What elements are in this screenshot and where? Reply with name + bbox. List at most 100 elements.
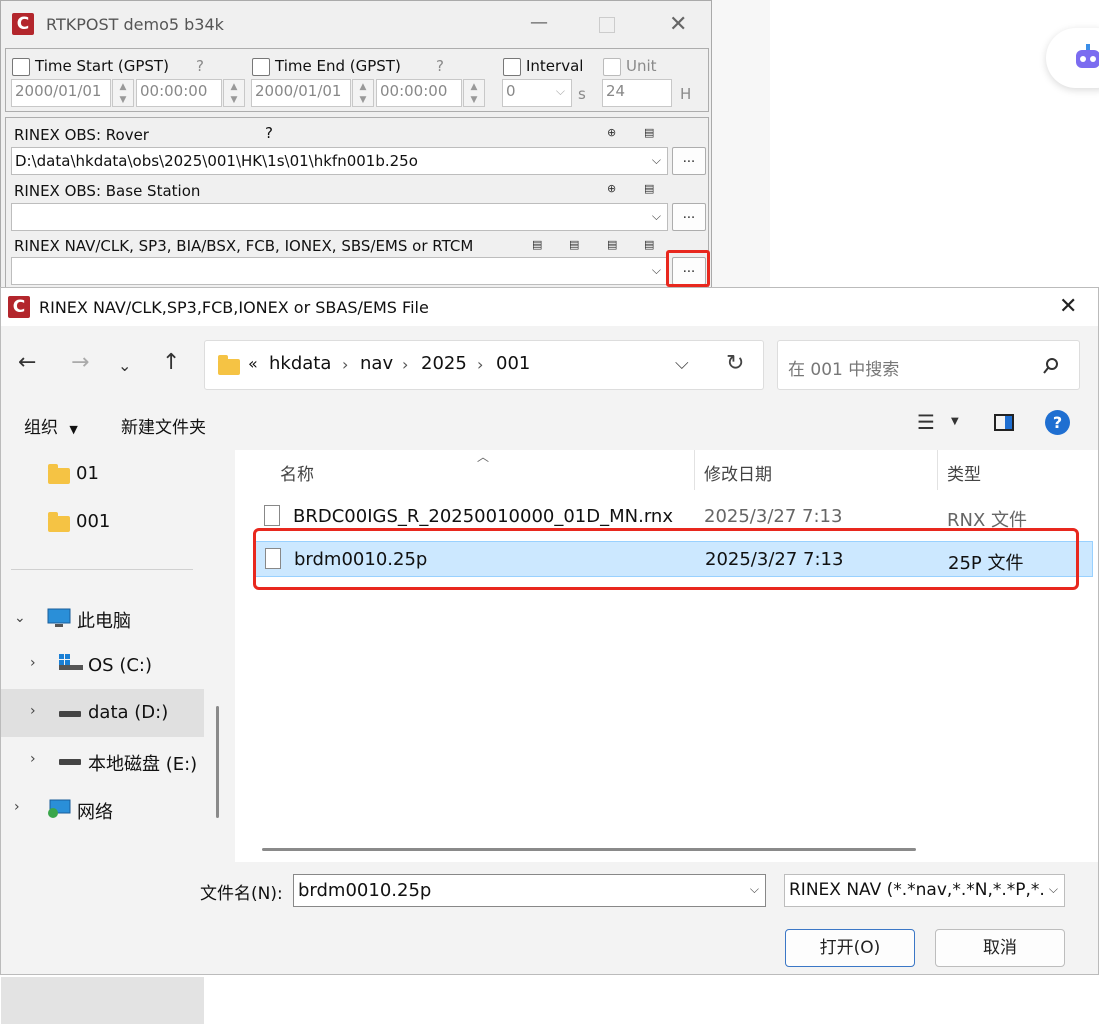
search-icon[interactable] — [1042, 357, 1060, 375]
chevron-right-icon[interactable]: › — [477, 355, 483, 374]
time-start-help[interactable]: ? — [196, 57, 204, 75]
nav-view-icon-4[interactable]: ▤ — [644, 238, 654, 251]
close-icon[interactable]: ✕ — [669, 12, 687, 37]
recent-locations-chevron-icon[interactable]: ⌄ — [118, 356, 131, 375]
start-time-spinner[interactable]: ▲ ▼ — [223, 79, 245, 107]
nav-view-icon-2[interactable]: ▤ — [569, 238, 579, 251]
tree-item-e-row[interactable]: › 本地磁盘 (E:) — [1, 737, 204, 785]
chevron-down-icon[interactable]: ⌵ — [1045, 882, 1058, 897]
column-divider[interactable] — [694, 450, 695, 490]
chevron-down-icon[interactable]: ⌵ — [652, 153, 661, 168]
tree-item-os-c[interactable]: OS (C:) — [88, 655, 152, 676]
nav-view-icon-1[interactable]: ▤ — [532, 238, 542, 251]
end-date-spinner[interactable]: ▲ ▼ — [352, 79, 374, 107]
time-start-label: Time Start (GPST) — [35, 57, 169, 75]
column-type[interactable]: 类型 — [947, 460, 981, 485]
address-history-chevron-icon[interactable]: ⌵ — [675, 353, 689, 374]
crumb-nav[interactable]: nav — [360, 353, 393, 374]
dialog-title: RINEX NAV/CLK,SP3,FCB,IONEX or SBAS/EMS … — [39, 298, 429, 317]
close-icon[interactable]: ✕ — [1059, 294, 1077, 319]
end-time-spinner[interactable]: ▲ ▼ — [463, 79, 485, 107]
base-path-combo[interactable]: ⌵ — [11, 203, 668, 231]
help-icon[interactable]: ? — [1045, 410, 1070, 435]
base-plot-icon[interactable]: ⊕ — [607, 182, 616, 195]
network-icon — [48, 799, 71, 818]
minimize-icon[interactable]: — — [530, 12, 548, 33]
chevron-right-icon[interactable]: › — [30, 751, 36, 767]
interval-checkbox[interactable] — [503, 58, 521, 76]
address-bar[interactable]: « hkdata › nav › 2025 › 001 ⌵ ↻ — [204, 340, 764, 390]
cancel-button[interactable]: 取消 — [935, 929, 1065, 967]
nav-view-icon-3[interactable]: ▤ — [607, 238, 617, 251]
rtkpost-title: RTKPOST demo5 b34k — [46, 15, 224, 34]
tree-item-01[interactable]: 01 — [76, 463, 99, 484]
tree-item-network-row[interactable]: › 网络 — [1, 785, 204, 833]
time-end-checkbox[interactable] — [252, 58, 270, 76]
unit-input[interactable]: 24 — [602, 79, 672, 107]
base-browse-button[interactable]: ... — [672, 203, 706, 231]
chevron-down-icon[interactable]: ⌄ — [14, 610, 26, 626]
column-date[interactable]: 修改日期 — [704, 460, 772, 485]
tree-item-data-d-selected[interactable]: › data (D:) — [1, 689, 204, 737]
chevron-right-icon[interactable]: › — [14, 799, 20, 815]
tree-item-data-d[interactable]: data (D:) — [88, 702, 168, 723]
column-name[interactable]: 名称 — [280, 460, 314, 485]
rover-plot-icon[interactable]: ⊕ — [607, 126, 616, 139]
chevron-right-icon[interactable]: › — [30, 655, 36, 671]
interval-select[interactable]: 0 ⌵ — [502, 79, 572, 107]
nav-path-combo[interactable]: ⌵ — [11, 257, 668, 285]
chevron-down-icon[interactable]: ⌵ — [652, 263, 661, 278]
chevron-right-icon[interactable]: › — [402, 355, 408, 374]
end-date-input[interactable]: 2000/01/01 — [251, 79, 351, 107]
view-options-caret-icon[interactable]: ▼ — [951, 416, 959, 427]
navigation-scrollbar[interactable] — [216, 706, 219, 818]
forward-arrow-icon[interactable]: → — [71, 350, 89, 375]
chevron-right-icon[interactable]: › — [342, 355, 348, 374]
start-date-input[interactable]: 2000/01/01 — [11, 79, 111, 107]
end-time-input[interactable]: 00:00:00 — [376, 79, 462, 107]
filename-input[interactable]: brdm0010.25p — [298, 880, 431, 901]
time-start-checkbox[interactable] — [12, 58, 30, 76]
tree-item-this-pc[interactable]: 此电脑 — [77, 607, 131, 633]
rover-path-combo[interactable]: D:\data\hkdata\obs\2025\001\HK\1s\01\hkf… — [11, 147, 668, 175]
preview-pane-icon[interactable] — [994, 414, 1014, 431]
crumb-001[interactable]: 001 — [496, 353, 530, 374]
horizontal-scrollbar[interactable] — [262, 848, 916, 851]
tree-item-local-e[interactable]: 本地磁盘 (E:) — [88, 750, 197, 776]
folder-icon — [218, 355, 240, 375]
search-box[interactable]: 在 001 中搜索 — [777, 340, 1080, 390]
address-overflow[interactable]: « — [248, 354, 258, 373]
tree-item-001[interactable]: 001 — [76, 511, 110, 532]
filename-combo[interactable]: brdm0010.25p ⌵ — [293, 874, 766, 907]
rover-help[interactable]: ? — [265, 124, 273, 142]
crumb-2025[interactable]: 2025 — [421, 353, 467, 374]
chevron-down-icon: ⌵ — [555, 84, 565, 98]
start-time-input[interactable]: 00:00:00 — [136, 79, 222, 107]
copilot-icon — [1076, 44, 1099, 68]
refresh-icon[interactable]: ↻ — [726, 351, 744, 376]
rover-browse-button[interactable]: ... — [672, 147, 706, 175]
time-end-help[interactable]: ? — [436, 57, 444, 75]
dialog-titlebar: C RINEX NAV/CLK,SP3,FCB,IONEX or SBAS/EM… — [1, 288, 1098, 326]
unit-checkbox[interactable] — [603, 58, 621, 76]
base-view-icon[interactable]: ▤ — [644, 182, 654, 195]
up-arrow-icon[interactable]: ↑ — [162, 350, 180, 375]
file-dialog: C RINEX NAV/CLK,SP3,FCB,IONEX or SBAS/EM… — [0, 287, 1099, 1024]
open-button[interactable]: 打开(O) — [785, 929, 915, 967]
tree-divider — [11, 569, 193, 570]
copilot-button[interactable] — [1046, 28, 1099, 88]
rover-view-icon[interactable]: ▤ — [644, 126, 654, 139]
file-type-filter[interactable]: RINEX NAV (*.*nav,*.*N,*.*P,*. ⌵ — [784, 874, 1065, 907]
column-divider[interactable] — [937, 450, 938, 490]
chevron-down-icon[interactable]: ⌵ — [652, 209, 661, 224]
crumb-hkdata[interactable]: hkdata — [269, 353, 331, 374]
tree-item-network[interactable]: 网络 — [77, 798, 113, 824]
back-arrow-icon[interactable]: ← — [18, 350, 36, 375]
search-input[interactable]: 在 001 中搜索 — [788, 355, 899, 380]
view-list-icon[interactable]: ☰ — [917, 410, 935, 434]
start-date-spinner[interactable]: ▲ ▼ — [112, 79, 134, 107]
chevron-down-icon[interactable]: ⌵ — [750, 882, 759, 897]
new-folder-button[interactable]: 新建文件夹 — [121, 413, 206, 438]
chevron-right-icon[interactable]: › — [30, 703, 36, 719]
organize-button[interactable]: 组织 ▼ — [24, 413, 78, 438]
